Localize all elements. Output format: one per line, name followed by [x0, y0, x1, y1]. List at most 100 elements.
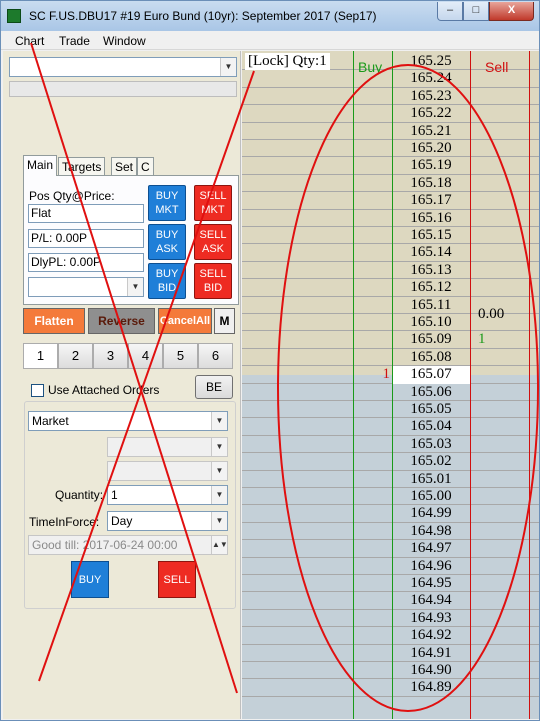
ladder-row[interactable]: 165.00	[242, 488, 539, 506]
buy-bid-button[interactable]: BUY BID	[148, 263, 186, 299]
qty-preset-3[interactable]: 3	[93, 343, 128, 369]
reverse-button[interactable]: Reverse	[88, 308, 155, 334]
ladder-row[interactable]: 165.17	[242, 192, 539, 210]
ladder-row[interactable]: 165.10 0.00	[242, 306, 539, 332]
ladder-row[interactable]: 164.97	[242, 540, 539, 558]
price-cell: 164.93	[410, 609, 452, 626]
title-bar[interactable]: SC F.US.DBU17 #19 Euro Bund (10yr): Sept…	[1, 1, 539, 31]
price-cell: 165.25	[410, 53, 452, 69]
account-combo[interactable]: ▼	[9, 57, 237, 77]
tab-main[interactable]: Main	[23, 155, 58, 176]
ladder-row[interactable]: 165.16	[242, 210, 539, 227]
chevron-down-icon: ▼	[211, 462, 227, 480]
cancel-all-button[interactable]: CancelAll	[158, 308, 212, 334]
tif-label: TimeInForce:	[29, 515, 100, 529]
price-column-right-divider	[470, 51, 471, 719]
ladder-row[interactable]: 164.89	[242, 679, 539, 697]
price-cell: 165.01	[410, 470, 452, 487]
ladder-row[interactable]: 165.14	[242, 244, 539, 262]
good-till-value: Good till: 2017-06-24 00:00	[32, 538, 178, 552]
qty-preset-5[interactable]: 5	[163, 343, 198, 369]
ladder-row[interactable]: 164.95	[242, 575, 539, 593]
tif-combo[interactable]: Day ▼	[107, 511, 228, 531]
status-strip	[9, 81, 237, 97]
ladder-row[interactable]: 165.04	[242, 418, 539, 436]
buy-mkt-button[interactable]: BUY MKT	[148, 185, 186, 221]
price-cell: 164.91	[410, 644, 452, 661]
ladder-row[interactable]: 165.19	[242, 157, 539, 175]
attached-orders-checkbox[interactable]	[31, 384, 44, 397]
maximize-button[interactable]: □	[463, 2, 489, 21]
tab-c[interactable]: C	[137, 157, 154, 175]
ladder-row[interactable]: 165.20	[242, 140, 539, 158]
sell-button[interactable]: SELL	[158, 561, 196, 598]
sell-mkt-button[interactable]: SELL MKT	[194, 185, 232, 221]
current-price-cell: 165.07	[392, 366, 470, 384]
qty-preset-4[interactable]: 4	[128, 343, 163, 369]
price-cell: 165.24	[410, 70, 452, 87]
ladder-row[interactable]: 164.99	[242, 505, 539, 523]
qty-preset-6[interactable]: 6	[198, 343, 233, 369]
attached-orders-label: Use Attached Orders	[48, 383, 160, 397]
ladder-row[interactable]: 165.22	[242, 105, 539, 123]
window-title: SC F.US.DBU17 #19 Euro Bund (10yr): Sept…	[29, 9, 377, 23]
buy-ask-button[interactable]: BUY ASK	[148, 224, 186, 260]
buy-button[interactable]: BUY	[71, 561, 109, 598]
chevron-down-icon[interactable]: ▼	[211, 486, 227, 504]
price-ladder[interactable]: 165.25 165.24 165.23 165.22 165.21 165.20 165.…	[242, 51, 539, 719]
lock-qty-label[interactable]: [Lock] Qty:1	[245, 53, 330, 70]
ladder-row[interactable]: 165.07 1	[242, 366, 539, 384]
ladder-row[interactable]: 164.92	[242, 627, 539, 645]
price-cell: 165.08	[410, 348, 452, 365]
tab-targets[interactable]: Targets	[58, 157, 106, 175]
ladder-row[interactable]: 165.05	[242, 401, 539, 419]
ladder-row[interactable]: 165.15	[242, 227, 539, 245]
close-button[interactable]: X	[489, 2, 534, 21]
sell-bid-button[interactable]: SELL BID	[194, 263, 232, 299]
ladder-row[interactable]: 165.06	[242, 384, 539, 401]
ladder-row[interactable]: 164.96	[242, 558, 539, 575]
price-cell: 164.95	[410, 575, 452, 591]
ladder-row[interactable]: 165.12	[242, 279, 539, 297]
bid-quantity: 1	[382, 366, 391, 383]
menu-trade[interactable]: Trade	[59, 34, 90, 48]
pl-field: P/L: 0.00P	[28, 229, 144, 248]
chevron-down-icon[interactable]: ▼	[220, 58, 236, 76]
ladder-row[interactable]: 165.03	[242, 436, 539, 454]
ladder-row[interactable]: 165.09 1	[242, 331, 539, 349]
main-blank-combo[interactable]: ▼	[28, 277, 144, 297]
chevron-down-icon[interactable]: ▼	[211, 412, 227, 430]
ladder-row[interactable]: 164.91	[242, 645, 539, 662]
ladder-row[interactable]: 165.13	[242, 262, 539, 280]
order-type-combo[interactable]: Market ▼	[28, 411, 228, 431]
price-cell: 165.15	[410, 227, 452, 243]
flatten-button[interactable]: Flatten	[23, 308, 85, 334]
ladder-row[interactable]: 165.21	[242, 123, 539, 140]
chevron-down-icon[interactable]: ▼	[127, 278, 143, 296]
chevron-down-icon[interactable]: ▼	[211, 512, 227, 530]
ladder-row[interactable]: 164.98	[242, 522, 539, 541]
be-button[interactable]: BE	[195, 375, 233, 399]
chevron-down-icon: ▼	[211, 438, 227, 456]
menu-chart[interactable]: Chart	[15, 34, 44, 48]
pos-field: Flat	[28, 204, 144, 223]
ladder-row[interactable]: 165.01	[242, 471, 539, 488]
minimize-button[interactable]: –	[437, 2, 463, 21]
menu-window[interactable]: Window	[103, 34, 146, 48]
ladder-row[interactable]: 165.08	[242, 348, 539, 367]
qty-preset-2[interactable]: 2	[58, 343, 93, 369]
ladder-row[interactable]: 165.18	[242, 175, 539, 193]
sell-ask-button[interactable]: SELL ASK	[194, 224, 232, 260]
m-button[interactable]: M	[214, 308, 235, 334]
tab-set[interactable]: Set	[111, 157, 138, 175]
price-cell: 164.98	[410, 522, 452, 539]
ladder-row[interactable]: 164.94	[242, 592, 539, 610]
ladder-row[interactable]: 164.90	[242, 662, 539, 680]
ladder-row[interactable]: 165.23	[242, 88, 539, 106]
quantity-combo[interactable]: 1 ▼	[107, 485, 228, 505]
qty-preset-1[interactable]: 1	[23, 343, 58, 369]
sell-bid-label-1: SELL	[199, 268, 227, 280]
ladder-row[interactable]: 165.02	[242, 453, 539, 471]
price-cell: 165.14	[410, 244, 452, 261]
ladder-row[interactable]: 164.93	[242, 609, 539, 628]
